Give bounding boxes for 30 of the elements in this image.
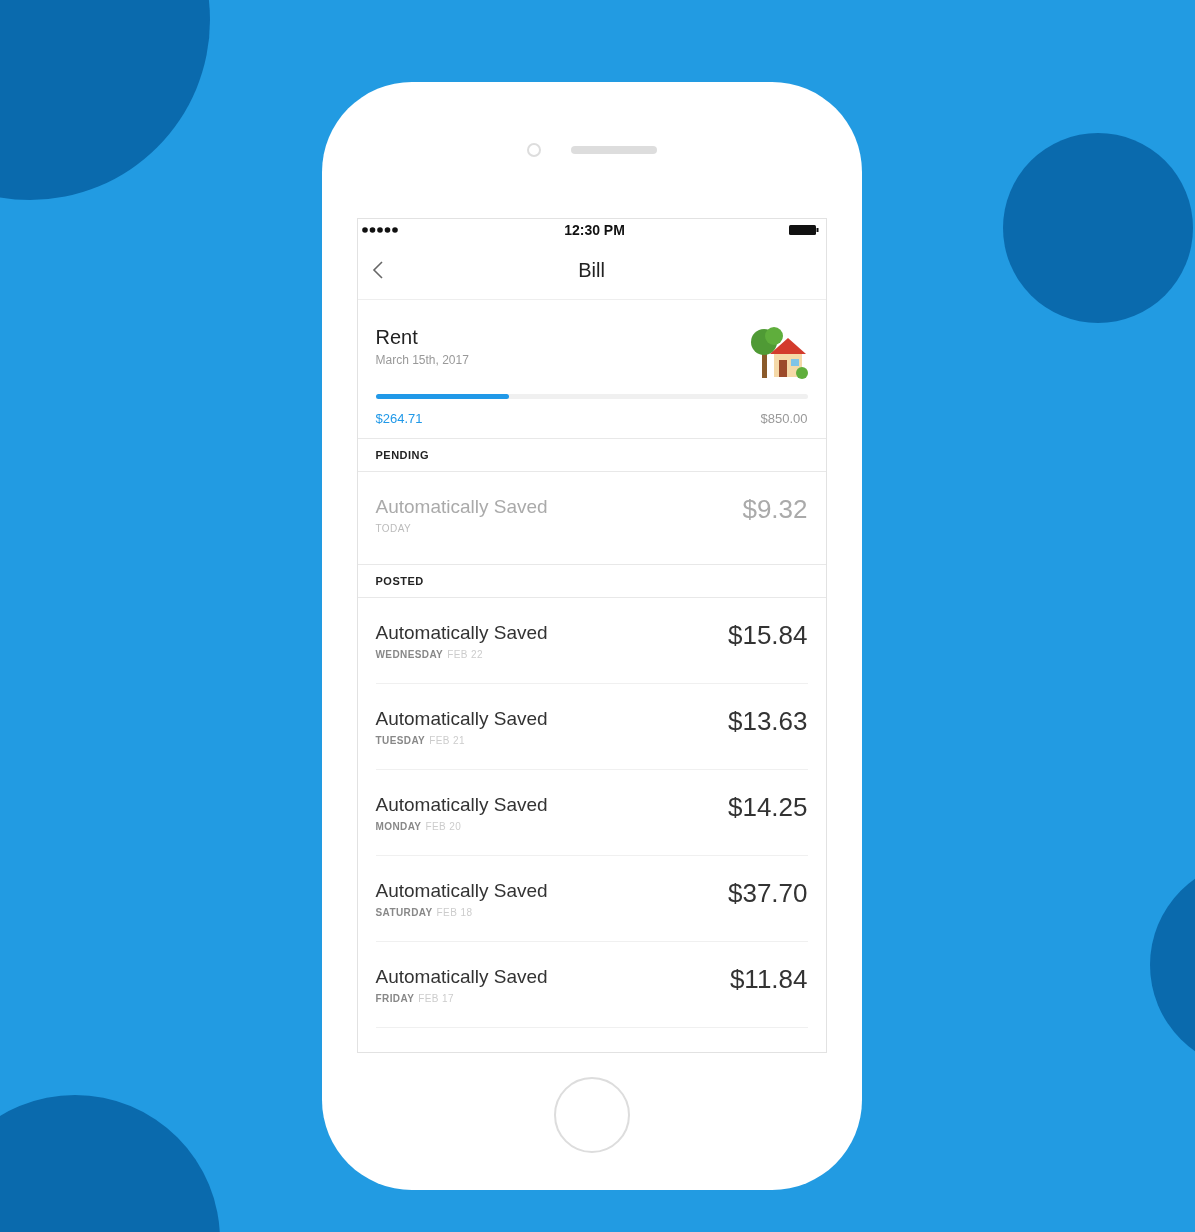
transaction-day: TUESDAY	[375, 735, 426, 746]
transaction-label: Automatically Saved	[375, 966, 548, 988]
transaction-amount: $15.84	[727, 620, 808, 651]
transaction-amount: $37.70	[727, 878, 808, 909]
transaction-amount: $9.32	[742, 494, 808, 525]
transaction-amount: $14.25	[727, 792, 808, 823]
transaction-day: TODAY	[375, 523, 412, 534]
bill-name: Rent	[375, 326, 419, 349]
camera-icon	[526, 143, 541, 157]
nav-title: Bill	[578, 258, 605, 282]
transaction-label: Automatically Saved	[375, 880, 548, 902]
transaction-day: MONDAY	[375, 821, 422, 832]
transaction-label: Automatically Saved	[375, 496, 548, 518]
transaction-day: SATURDAY	[375, 907, 433, 918]
transaction-label: Automatically Saved	[375, 794, 548, 816]
house-with-tree-icon	[749, 326, 808, 380]
signal-icon	[361, 227, 400, 233]
transaction-amount: $11.84	[729, 964, 808, 995]
transaction-day: WEDNESDAY	[375, 649, 444, 660]
transaction-label: Automatically Saved	[375, 708, 548, 730]
battery-icon	[789, 225, 820, 235]
bill-due-date: March 15th, 2017	[375, 353, 469, 367]
saved-amount: $264.71	[375, 411, 423, 426]
transaction-day: FRIDAY	[375, 993, 415, 1004]
status-time: 12:30 PM	[564, 222, 625, 238]
speaker-icon	[570, 146, 657, 154]
chevron-left-icon	[371, 260, 384, 280]
transaction-label: Automatically Saved	[375, 622, 548, 644]
total-amount: $850.00	[760, 411, 808, 426]
transaction-amount: $13.63	[727, 706, 808, 737]
